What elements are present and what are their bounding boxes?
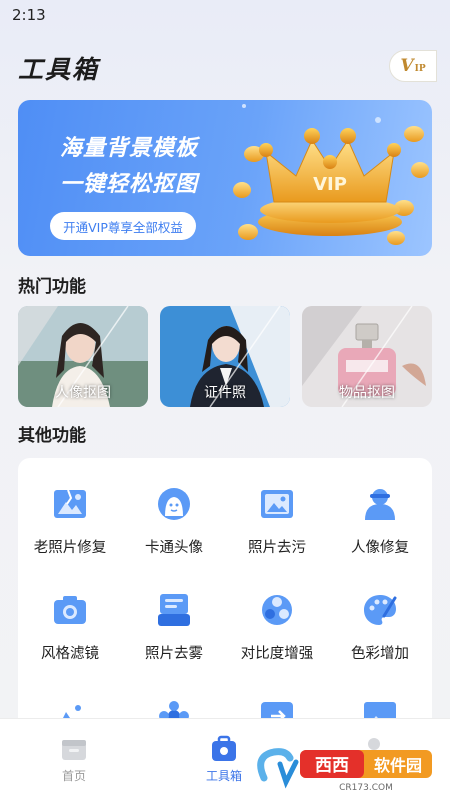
hot-card-label: 证件照	[204, 385, 246, 401]
vip-badge-ip: IP	[414, 64, 426, 74]
tool-label: 照片去雾	[145, 646, 203, 662]
cr173-watermark-logo: 西西 软件园 CR173.COM	[257, 748, 432, 793]
vip-badge-button[interactable]: V IP	[389, 50, 437, 82]
status-bar: 2:13	[0, 0, 450, 32]
svg-text:CR173.COM: CR173.COM	[339, 783, 393, 793]
cartoon-avatar-icon	[158, 488, 190, 520]
svg-text:西西: 西西	[315, 756, 349, 776]
vip-banner[interactable]: 海量背景模板 一键轻松抠图 开通VIP尊享全部权益 VIP	[18, 100, 432, 256]
tool-style-filter[interactable]: 风格滤镜	[18, 592, 122, 682]
banner-headline: 海量背景模板	[60, 136, 199, 161]
tool-row3-item3[interactable]	[225, 698, 329, 730]
photo-clean-icon	[261, 490, 293, 518]
tool-row3-item4[interactable]	[328, 698, 432, 730]
tool-cartoon-avatar[interactable]: 卡通头像	[122, 486, 226, 576]
tool-contrast-enhance[interactable]: 对比度增强	[225, 592, 329, 682]
tool-label: 风格滤镜	[41, 646, 99, 662]
crown-icon: VIP	[233, 126, 429, 245]
contrast-icon	[262, 595, 292, 625]
tool-photo-clean[interactable]: 照片去污	[225, 486, 329, 576]
tool-row3-item2[interactable]	[122, 698, 226, 731]
tool-color-boost[interactable]: 色彩增加	[328, 592, 432, 682]
banner-subheadline: 一键轻松抠图	[60, 172, 199, 197]
tool-label: 老照片修复	[33, 540, 107, 556]
tool-dehaze[interactable]: 照片去雾	[122, 592, 226, 682]
tool-label: 人像修复	[351, 540, 409, 556]
hot-section-title: 热门功能	[18, 277, 86, 297]
svg-text:软件园: 软件园	[374, 756, 422, 775]
tool-row3-item1[interactable]	[18, 698, 122, 732]
old-photo-icon	[54, 489, 86, 518]
svg-text:VIP: VIP	[313, 174, 347, 195]
nav-home[interactable]: 首页	[34, 733, 114, 783]
hot-card-object-cutout[interactable]: 物品抠图	[302, 306, 432, 407]
vip-badge-v: V	[400, 56, 414, 76]
page-title: 工具箱	[18, 55, 100, 84]
camera-filter-icon	[54, 596, 86, 624]
tool-old-photo-repair[interactable]: 老照片修复	[18, 486, 122, 576]
tool-label: 照片去污	[248, 540, 306, 556]
other-section-title: 其他功能	[18, 426, 86, 446]
portrait-repair-icon	[365, 489, 395, 520]
tool-portrait-repair[interactable]: 人像修复	[328, 486, 432, 576]
tool-label: 卡通头像	[145, 540, 203, 556]
nav-home-label: 首页	[61, 769, 86, 783]
hot-card-portrait-cutout[interactable]: 人像抠图	[18, 306, 148, 407]
home-icon	[62, 740, 86, 760]
toolbox-icon	[212, 735, 236, 761]
hot-card-label: 人像抠图	[55, 385, 111, 401]
hot-card-id-photo[interactable]: 证件照	[160, 306, 290, 407]
hot-card-label: 物品抠图	[339, 385, 395, 401]
palette-icon	[364, 595, 397, 625]
status-time: 2:13	[12, 6, 46, 24]
other-functions-panel: 老照片修复 卡通头像 照片去污 人像修复 风格滤镜 照片去雾 对比度增强 色彩增…	[18, 458, 432, 758]
tool-label: 对比度增强	[240, 646, 314, 662]
dehaze-icon	[158, 594, 190, 626]
open-vip-button[interactable]: 开通VIP尊享全部权益	[50, 212, 196, 240]
tool-label: 色彩增加	[351, 646, 409, 662]
